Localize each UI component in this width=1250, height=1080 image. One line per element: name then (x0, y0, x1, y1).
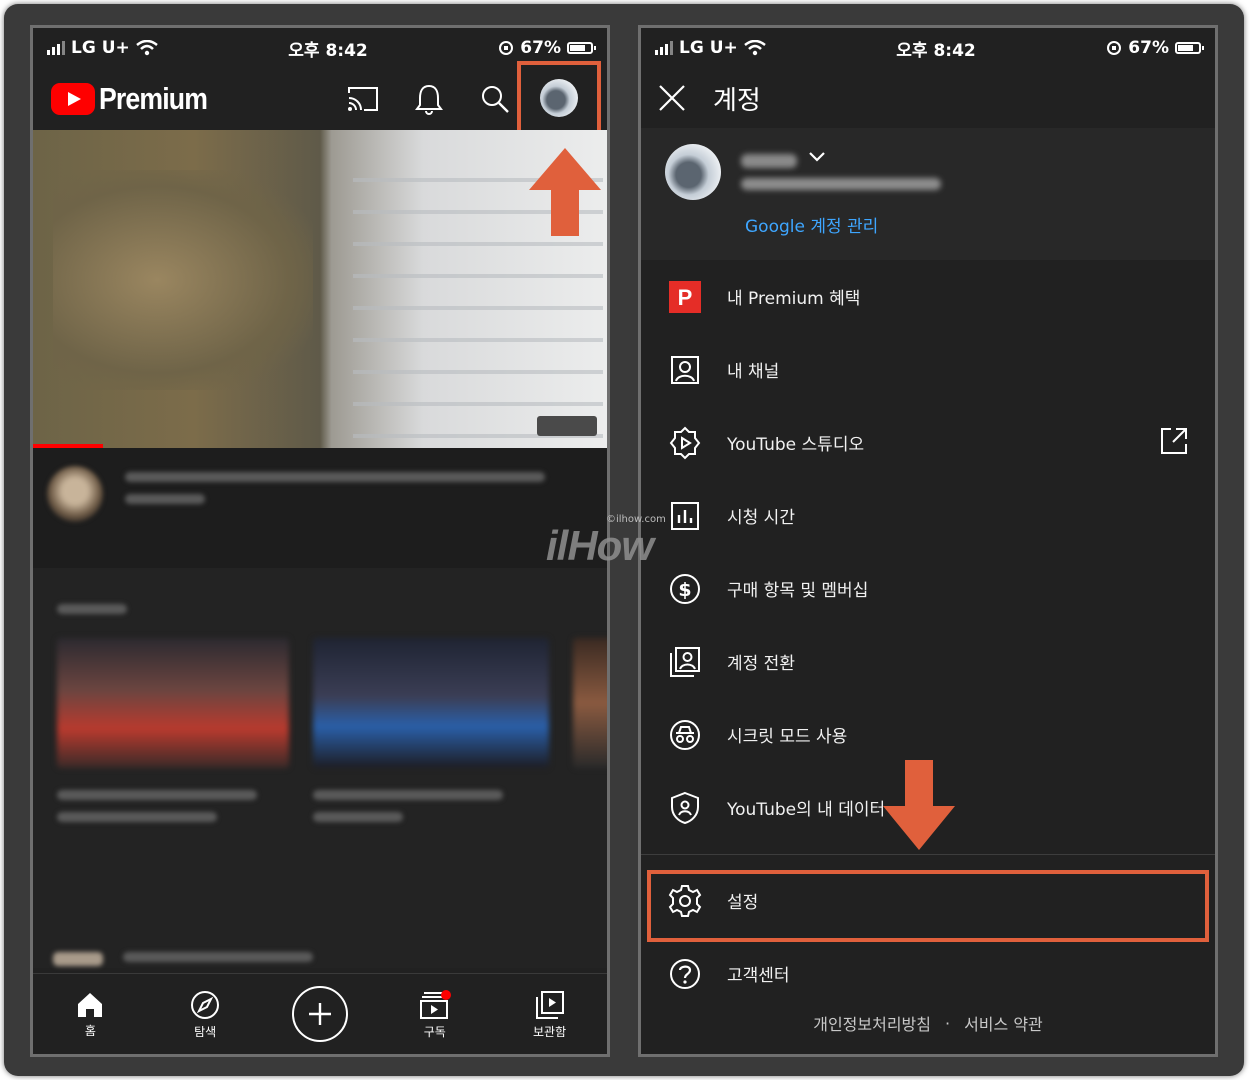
status-time: 오후 8:42 (896, 40, 976, 61)
avatar[interactable] (540, 79, 578, 117)
nav-explore-label: 탐색 (194, 1024, 217, 1039)
bell-icon[interactable] (411, 81, 447, 117)
menu-label: 내 채널 (727, 362, 780, 382)
avatar[interactable] (665, 144, 721, 200)
watermark-logo: ilHow (546, 522, 654, 569)
carrier-name: LG U+ (71, 38, 130, 58)
orientation-lock-icon (499, 41, 514, 55)
menu-label: 내 Premium 혜택 (727, 289, 861, 309)
manage-google-account-link[interactable]: Google 계정 관리 (745, 212, 878, 237)
nav-explore[interactable]: 탐색 (165, 989, 245, 1040)
explore-icon (191, 990, 220, 1019)
home-icon (78, 992, 103, 1017)
nav-home-label: 홈 (84, 1023, 96, 1038)
account-header: 계정 (641, 68, 1215, 128)
premium-icon: P (665, 277, 705, 317)
data-shield-icon (665, 788, 705, 828)
battery-icon (1174, 42, 1204, 54)
footer-separator: · (944, 1013, 951, 1033)
shelf-section (33, 568, 607, 968)
watermark: ©ilhow.com ilHow (546, 514, 706, 574)
nav-create[interactable] (280, 986, 360, 1042)
battery-percent: 67% (520, 38, 561, 58)
account-name-blurred (741, 154, 797, 168)
orientation-lock-icon (1107, 41, 1122, 55)
nav-subscriptions[interactable]: 구독 (395, 989, 475, 1040)
shelf-thumbnail[interactable] (573, 638, 607, 768)
video-thumbnail[interactable] (33, 130, 607, 448)
nav-library-label: 보관함 (533, 1024, 567, 1039)
up-arrow-annotation (529, 148, 601, 236)
nav-library[interactable]: 보관함 (510, 989, 590, 1040)
menu-label: 구매 항목 및 멤버십 (727, 581, 869, 601)
menu-watch-time[interactable]: 시청 시간 (641, 479, 1215, 552)
switch-account-icon (665, 642, 705, 682)
menu-youtube-studio[interactable]: YouTube 스튜디오 (641, 406, 1215, 479)
incognito-icon (665, 715, 705, 755)
wifi-icon (135, 40, 158, 56)
premium-logo-text: Premium (99, 81, 208, 116)
status-bar: LG U+ 오후 8:42 67% (641, 28, 1215, 68)
terms-of-service-link[interactable]: 서비스 약관 (964, 1011, 1043, 1035)
create-icon (291, 986, 348, 1042)
phone-home-screen: LG U+ 오후 8:42 67% Premium 홈 탐색 구독 보관함 (30, 25, 610, 1057)
menu-premium-benefits[interactable]: P 내 Premium 혜택 (641, 260, 1215, 333)
close-icon[interactable] (657, 83, 687, 113)
menu-switch-account[interactable]: 계정 전환 (641, 625, 1215, 698)
carrier-name: LG U+ (679, 38, 738, 58)
video-duration-badge (537, 416, 597, 436)
status-time: 오후 8:42 (288, 40, 368, 61)
cast-icon[interactable] (345, 81, 381, 117)
down-arrow-annotation (883, 760, 955, 850)
purchases-icon: $ (665, 569, 705, 609)
menu-label: YouTube 스튜디오 (727, 435, 865, 455)
menu-divider (641, 854, 1215, 855)
external-link-icon (1161, 428, 1187, 454)
page-title: 계정 (713, 85, 761, 116)
studio-icon (665, 423, 705, 463)
footer-links: 개인정보처리방침 · 서비스 약관 (641, 992, 1215, 1054)
subscriptions-icon (419, 989, 451, 1019)
youtube-premium-logo[interactable]: Premium (51, 81, 225, 117)
library-icon (535, 990, 564, 1019)
wifi-icon (743, 40, 766, 56)
privacy-policy-link[interactable]: 개인정보처리방침 (813, 1011, 931, 1035)
shelf-thumbnail[interactable] (57, 638, 289, 768)
video-info-row[interactable] (33, 448, 607, 568)
menu-label: 고객센터 (727, 966, 790, 986)
signal-icon (655, 41, 673, 55)
menu-label: 시크릿 모드 사용 (727, 727, 848, 747)
help-icon (665, 954, 705, 994)
svg-text:P: P (678, 285, 693, 310)
phone-account-screen: LG U+ 오후 8:42 67% 계정 Google 계정 관리 P 내 Pr… (638, 25, 1218, 1057)
menu-my-channel[interactable]: 내 채널 (641, 333, 1215, 406)
avatar-highlight-box (517, 61, 601, 135)
settings-highlight-box (647, 870, 1209, 942)
menu-label: 계정 전환 (727, 654, 795, 674)
search-icon[interactable] (477, 81, 513, 117)
battery-icon (566, 42, 596, 54)
menu-label: 시청 시간 (727, 508, 795, 528)
battery-percent: 67% (1128, 38, 1169, 58)
signal-icon (47, 41, 65, 55)
channel-icon (665, 350, 705, 390)
chevron-down-icon[interactable] (807, 150, 827, 164)
channel-avatar[interactable] (47, 466, 103, 522)
bottom-navigation: 홈 탐색 구독 보관함 (33, 973, 607, 1054)
account-email-blurred (741, 178, 941, 190)
menu-label: YouTube의 내 데이터 (727, 800, 886, 820)
svg-text:$: $ (678, 579, 691, 601)
menu-purchases-memberships[interactable]: $ 구매 항목 및 멤버십 (641, 552, 1215, 625)
youtube-play-icon (51, 83, 95, 115)
nav-subscriptions-label: 구독 (423, 1024, 446, 1039)
nav-home[interactable]: 홈 (50, 990, 130, 1039)
shelf-thumbnail[interactable] (313, 638, 549, 768)
account-profile-card: Google 계정 관리 (641, 128, 1215, 260)
